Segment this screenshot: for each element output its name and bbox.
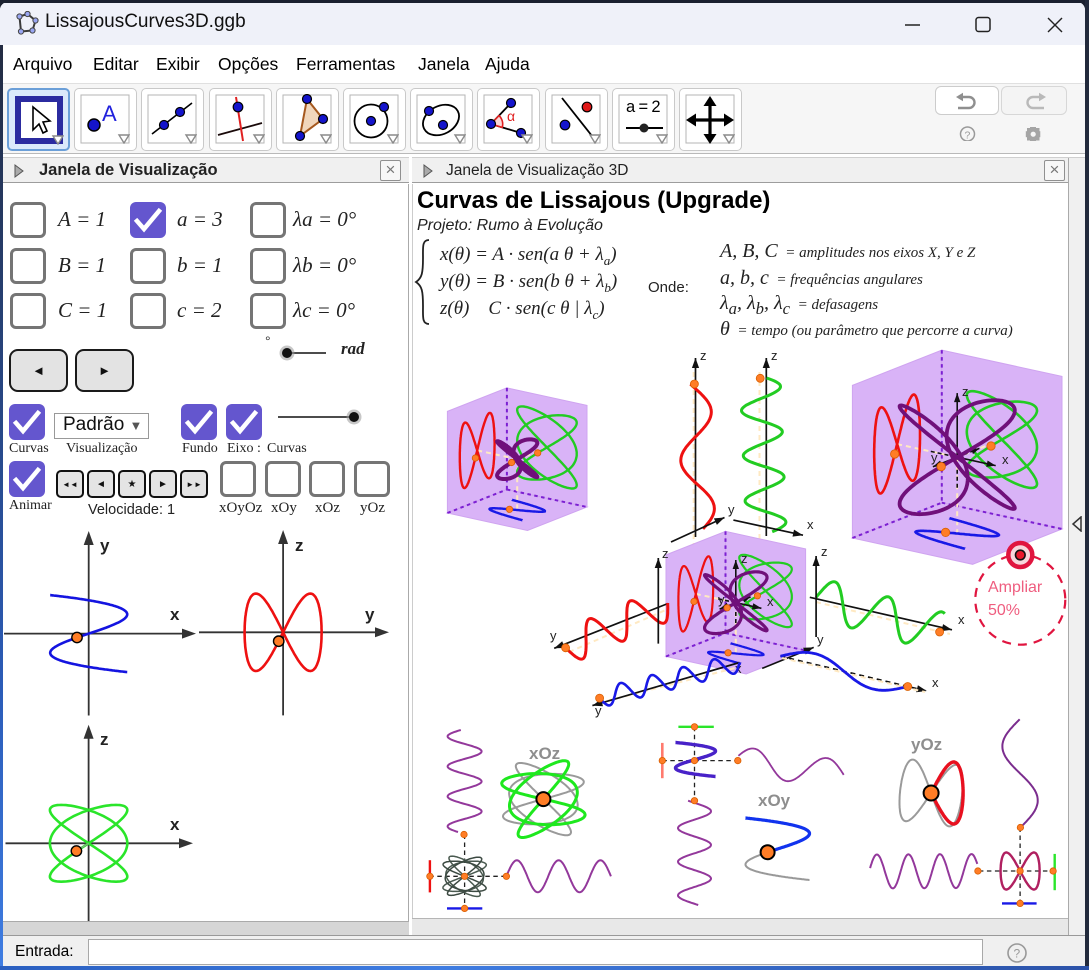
svg-text:z: z (700, 348, 707, 363)
svg-text:y: y (365, 605, 375, 624)
svg-text:z: z (100, 730, 109, 749)
svg-text:y: y (550, 628, 557, 643)
svg-text:z: z (771, 348, 778, 363)
svg-text:y: y (817, 632, 824, 647)
svg-text:A: A (102, 101, 117, 126)
svg-text:z: z (741, 551, 748, 566)
svg-text:xOz: xOz (529, 744, 560, 763)
svg-text:x: x (932, 675, 939, 690)
svg-text:y: y (595, 703, 602, 718)
svg-text:?: ? (965, 130, 971, 142)
svg-text:x: x (958, 612, 965, 627)
svg-text:a = 2: a = 2 (626, 98, 661, 116)
svg-text:Ampliar: Ampliar (988, 579, 1043, 596)
svg-text:z: z (821, 544, 828, 559)
svg-text:x: x (170, 605, 180, 624)
svg-text:x: x (1002, 452, 1009, 467)
svg-text:z: z (962, 384, 969, 399)
svg-text:y: y (100, 536, 110, 555)
svg-text:xOy: xOy (758, 791, 791, 810)
svg-text:z: z (295, 536, 304, 555)
svg-text:y: y (931, 450, 938, 465)
svg-text:y: y (728, 502, 735, 517)
svg-text:?: ? (1014, 947, 1021, 961)
svg-text:x: x (767, 594, 774, 609)
svg-text:x: x (170, 815, 180, 834)
svg-text:yOz: yOz (911, 735, 942, 754)
svg-text:50%: 50% (988, 602, 1020, 619)
svg-text:x: x (807, 517, 814, 532)
svg-text:z: z (662, 546, 669, 561)
svg-text:α: α (507, 108, 515, 124)
